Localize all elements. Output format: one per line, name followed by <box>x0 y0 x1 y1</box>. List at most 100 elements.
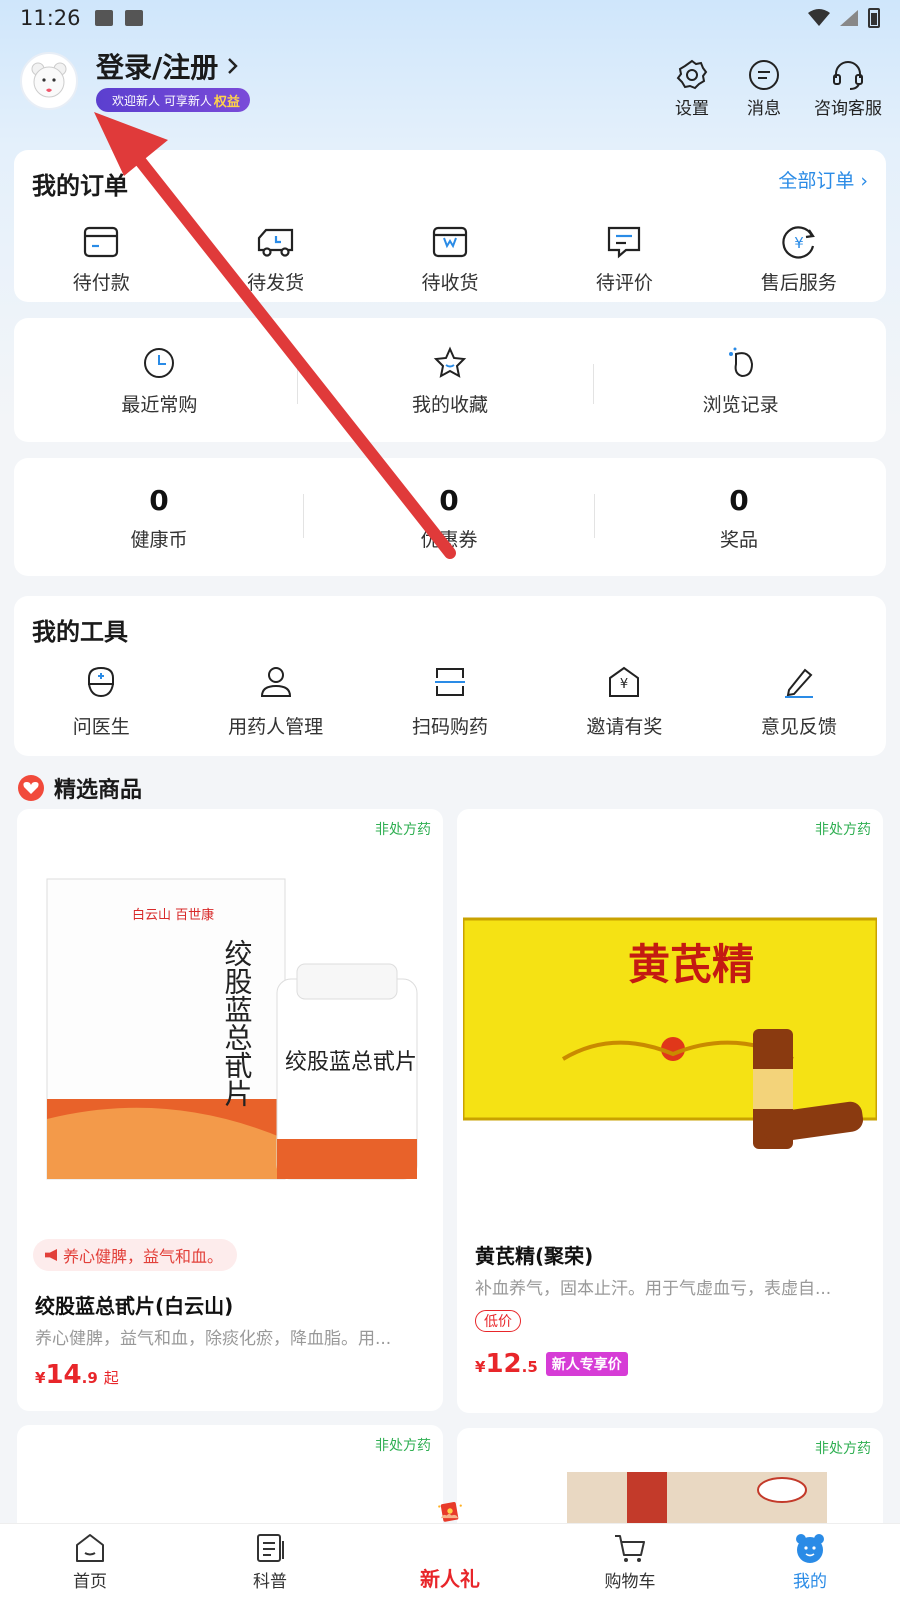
medication-user-management[interactable]: 用药人管理 <box>188 664 362 739</box>
all-orders-link[interactable]: 全部订单 › <box>778 166 868 193</box>
order-pending-shipment-label: 待发货 <box>247 272 305 294</box>
feedback-label: 意见反馈 <box>760 716 837 738</box>
bottom-nav: 首页 科普 新人礼 购物车 我的 <box>0 1502 900 1600</box>
browse-history[interactable]: 浏览记录 <box>595 346 886 417</box>
nav-mine-label: 我的 <box>793 1572 827 1592</box>
health-coins-value: 0 <box>149 484 169 517</box>
login-label: 登录/注册 <box>96 51 219 84</box>
wifi-icon <box>808 9 830 26</box>
comment-icon <box>608 226 641 259</box>
img-name-text: 绞股蓝总甙片 <box>221 939 254 1107</box>
gift-icon <box>438 1502 462 1522</box>
order-pending-payment-label: 待付款 <box>72 272 130 294</box>
svg-text:¥: ¥ <box>620 677 628 692</box>
product-card[interactable]: 非处方药 白云山 百世康 绞股蓝总甙片 绞股蓝总甙片 养心健脾，益气和血。 绞股… <box>17 809 443 1411</box>
yen-refresh-icon: ¥ <box>782 226 815 259</box>
nav-cart[interactable]: 购物车 <box>540 1524 720 1600</box>
price-decimal: .5 <box>521 1358 538 1376</box>
scan-icon <box>435 668 466 696</box>
box-icon <box>432 226 468 258</box>
order-pending-shipment[interactable]: 待发货 <box>188 222 362 295</box>
health-coins[interactable]: 0 健康币 <box>14 484 304 552</box>
otc-tag: 非处方药 <box>815 822 871 838</box>
otc-tag: 非处方药 <box>375 1438 431 1454</box>
coupons-value: 0 <box>439 484 459 517</box>
nav-science[interactable]: 科普 <box>180 1524 360 1600</box>
order-pending-payment[interactable]: 待付款 <box>14 222 188 295</box>
featured-title-label: 精选商品 <box>54 778 143 803</box>
divider <box>593 364 594 404</box>
invite-rewards[interactable]: ¥ 邀请有奖 <box>537 664 711 739</box>
my-orders-card: 我的订单 全部订单 › 待付款 待发货 待收货 待评价 ¥ 售后服务 <box>14 150 886 302</box>
messages-button[interactable]: 消息 <box>736 58 792 119</box>
messages-label: 消息 <box>747 99 781 119</box>
battery-icon <box>868 8 880 28</box>
health-coins-label: 健康币 <box>130 529 188 551</box>
status-time: 11:26 <box>20 6 81 30</box>
my-favorites[interactable]: 我的收藏 <box>305 346 596 417</box>
avatar[interactable] <box>20 52 78 110</box>
order-pending-receipt[interactable]: 待收货 <box>363 222 537 295</box>
feedback[interactable]: 意见反馈 <box>712 664 886 739</box>
medication-user-label: 用药人管理 <box>228 716 324 738</box>
nav-home[interactable]: 首页 <box>0 1524 180 1600</box>
recent-purchases-label: 最近常购 <box>121 394 198 416</box>
newbie-welcome-badge[interactable]: 欢迎新人 可享新人 权益 <box>96 88 250 112</box>
featured-products-title: 精选商品 <box>18 772 142 804</box>
product-name: 黄芪精(聚荣) <box>475 1244 594 1268</box>
price-currency: ¥ <box>35 1369 46 1387</box>
user-icon <box>260 667 291 697</box>
my-orders-title: 我的订单 <box>32 172 128 200</box>
scan-to-buy[interactable]: 扫码购药 <box>363 664 537 739</box>
recent-purchases[interactable]: 最近常购 <box>14 346 305 417</box>
order-after-sales[interactable]: ¥ 售后服务 <box>712 222 886 295</box>
product-name: 绞股蓝总甙片(白云山) <box>35 1294 234 1318</box>
nav-cart-label: 购物车 <box>604 1572 656 1592</box>
nav-mine[interactable]: 我的 <box>720 1524 900 1600</box>
order-pending-review-label: 待评价 <box>595 272 653 294</box>
product-card[interactable]: 非处方药 黄芪精 黄芪精(聚荣) 补血养气，固本止汗。用于气虚血亏，表虚自...… <box>457 809 883 1413</box>
product-description: 补血养气，固本止汗。用于气虚血亏，表虚自... <box>475 1279 832 1299</box>
status-bar: 11:26 <box>0 0 900 36</box>
price-currency: ¥ <box>475 1358 486 1376</box>
invite-rewards-label: 邀请有奖 <box>586 716 663 738</box>
otc-tag: 非处方药 <box>375 822 431 838</box>
ask-doctor-label: 问医生 <box>72 716 130 738</box>
chevron-right-icon: › <box>860 170 868 192</box>
divider <box>303 494 304 538</box>
customer-service-button[interactable]: 咨询客服 <box>808 58 888 119</box>
product-price: ¥ 12 .5 新人专享价 <box>475 1349 628 1379</box>
price-integer: 12 <box>485 1349 522 1379</box>
welcome-highlight: 权益 <box>213 94 240 110</box>
divider <box>297 364 298 404</box>
settings-button[interactable]: 设置 <box>664 58 720 119</box>
product-image: 白云山 百世康 绞股蓝总甙片 绞股蓝总甙片 <box>46 878 418 1180</box>
login-register-link[interactable]: 登录/注册 <box>96 46 240 86</box>
low-price-tag: 低价 <box>475 1310 521 1332</box>
my-tools-title: 我的工具 <box>32 618 128 646</box>
all-orders-label: 全部订单 <box>778 170 855 192</box>
coupons-label: 优惠券 <box>420 529 478 551</box>
nav-home-label: 首页 <box>73 1572 107 1592</box>
cart-icon <box>615 1535 645 1562</box>
nav-newbie-gift[interactable]: 新人礼 <box>360 1502 540 1600</box>
order-pending-receipt-label: 待收货 <box>421 272 479 294</box>
star-icon <box>433 346 467 378</box>
coupons[interactable]: 0 优惠券 <box>304 484 594 552</box>
browse-history-label: 浏览记录 <box>702 394 779 416</box>
ask-doctor[interactable]: 问医生 <box>14 664 188 739</box>
app-notification-icon <box>124 10 143 26</box>
bear-icon <box>796 1534 824 1563</box>
headset-icon <box>833 61 863 90</box>
quick-links-card: 最近常购 我的收藏 浏览记录 <box>14 318 886 442</box>
header-actions: 设置 消息 咨询客服 <box>664 58 888 119</box>
prizes[interactable]: 0 奖品 <box>594 484 884 552</box>
nav-newbie-gift-label: 新人礼 <box>420 1567 480 1591</box>
welcome-text: 欢迎新人 可享新人 <box>112 93 212 108</box>
heart-icon <box>18 775 44 801</box>
svg-text:绞股蓝总甙片: 绞股蓝总甙片 <box>285 1050 417 1075</box>
price-decimal: .9 <box>81 1369 98 1387</box>
order-pending-review[interactable]: 待评价 <box>537 222 711 295</box>
nav-science-label: 科普 <box>253 1572 287 1592</box>
my-favorites-label: 我的收藏 <box>412 394 489 416</box>
